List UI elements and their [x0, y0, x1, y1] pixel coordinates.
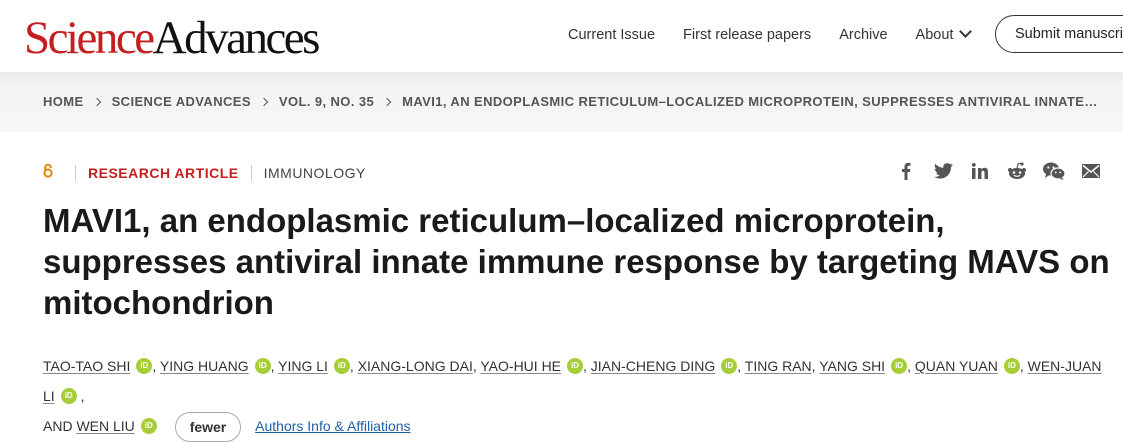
main-nav: Current Issue First release papers Archi… [568, 22, 998, 48]
author-name[interactable]: WEN LIU [76, 418, 134, 434]
author-name[interactable]: YANG SHI [819, 358, 885, 374]
orcid-icon[interactable]: iD [60, 388, 77, 405]
fewer-authors-button[interactable]: fewer [174, 412, 242, 442]
breadcrumb: HOME SCIENCE ADVANCES VOL. 9, NO. 35 MAV… [43, 94, 1098, 109]
author-list-line: AND WEN LIU iD fewer Authors Info & Affil… [43, 411, 1113, 442]
author-name[interactable]: QUAN YUAN [915, 358, 998, 374]
orcid-icon[interactable]: iD [254, 358, 271, 375]
site-logo[interactable]: ScienceAdvances [24, 12, 320, 64]
article-subject[interactable]: IMMUNOLOGY [264, 165, 366, 181]
submit-manuscript-button[interactable]: Submit manuscri [995, 15, 1123, 53]
orcid-icon[interactable]: iD [891, 358, 908, 375]
nav-first-release[interactable]: First release papers [683, 27, 811, 43]
article-type[interactable]: RESEARCH ARTICLE [88, 165, 239, 181]
divider [75, 164, 76, 181]
author-list-line: TAO-TAO SHI iD, YING HUANG iD, YING LI iD, … [43, 358, 1102, 405]
chevron-right-icon [382, 97, 392, 106]
share-bar [895, 160, 1117, 182]
email-icon[interactable] [1080, 160, 1102, 182]
breadcrumb-journal[interactable]: SCIENCE ADVANCES [112, 94, 251, 109]
nav-current-issue[interactable]: Current Issue [568, 27, 655, 43]
article-title: MAVI1, an endoplasmic reticulum–localize… [43, 202, 1110, 321]
orcid-icon[interactable]: iD [721, 358, 738, 375]
orcid-icon[interactable]: iD [140, 418, 157, 435]
author-name[interactable]: YING HUANG [160, 358, 249, 374]
linkedin-icon[interactable] [969, 160, 991, 182]
breadcrumb-article: MAVI1, AN ENDOPLASMIC RETICULUM–LOCALIZE… [402, 94, 1098, 109]
author-list: TAO-TAO SHI iD, YING HUANG iD, YING LI iD, … [43, 351, 1113, 442]
author-name[interactable]: XIANG-LONG DAI [358, 358, 473, 374]
nav-archive[interactable]: Archive [839, 27, 887, 43]
site-header: ScienceAdvances Current Issue First rele… [0, 0, 1123, 72]
orcid-icon[interactable]: iD [333, 358, 350, 375]
orcid-icon[interactable]: iD [567, 358, 584, 375]
chevron-down-icon [959, 25, 973, 38]
author-name[interactable]: TING RAN [745, 358, 812, 374]
article-meta: RESEARCH ARTICLE IMMUNOLOGY [43, 163, 366, 182]
authors-affiliations-link[interactable]: Authors Info & Affiliations [255, 418, 410, 434]
author-name[interactable]: YING LI [278, 358, 328, 374]
nav-about-label: About [915, 27, 954, 43]
chevron-right-icon [92, 97, 101, 106]
chevron-right-icon [259, 97, 269, 106]
author-name[interactable]: TAO-TAO SHI [43, 358, 130, 374]
and-text: AND [43, 418, 73, 434]
open-access-icon [43, 163, 53, 182]
reddit-icon[interactable] [1006, 160, 1028, 182]
twitter-icon[interactable] [932, 160, 954, 182]
breadcrumb-home[interactable]: HOME [43, 94, 84, 109]
wechat-icon[interactable] [1043, 160, 1065, 182]
facebook-icon[interactable] [895, 160, 917, 182]
breadcrumb-issue[interactable]: VOL. 9, NO. 35 [279, 94, 374, 109]
author-name[interactable]: YAO-HUI HE [480, 358, 561, 374]
nav-about[interactable]: About [915, 25, 973, 43]
divider [250, 164, 252, 181]
orcid-icon[interactable]: iD [1003, 358, 1020, 375]
orcid-icon[interactable]: iD [136, 358, 153, 375]
author-name[interactable]: JIAN-CHENG DING [591, 358, 715, 374]
